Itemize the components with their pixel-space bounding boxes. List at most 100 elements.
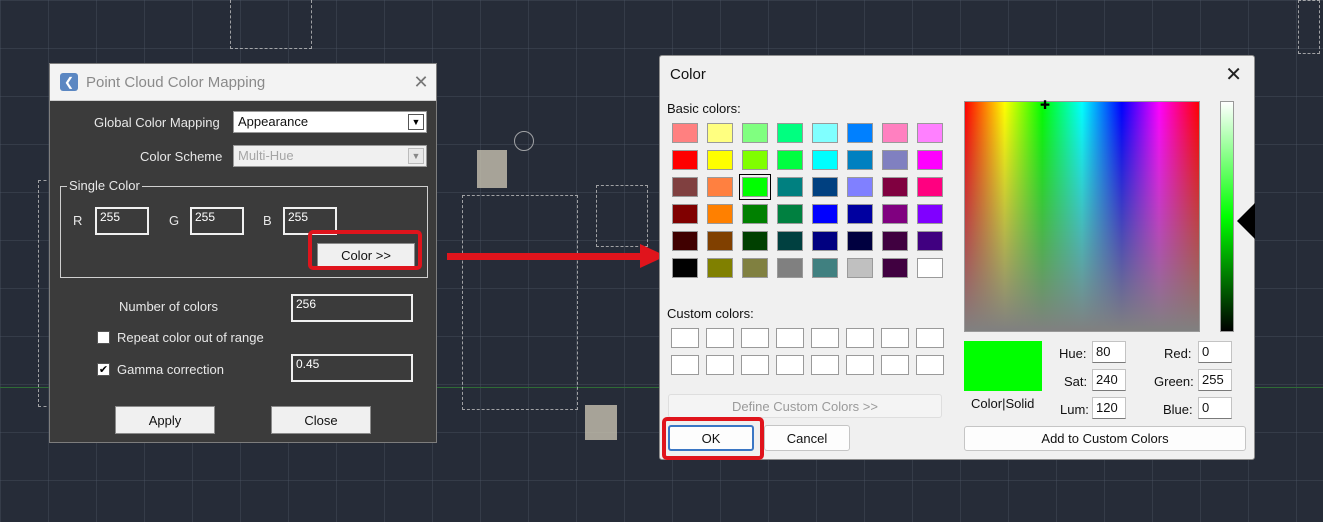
custom-color-swatch[interactable] (881, 328, 909, 348)
crosshair-icon[interactable]: ✚ (1040, 99, 1050, 111)
luminosity-pointer-icon[interactable] (1237, 203, 1255, 239)
sat-label: Sat: (1064, 374, 1088, 389)
add-to-custom-colors-button[interactable]: Add to Custom Colors (964, 426, 1246, 451)
highlight-color-button (308, 230, 422, 270)
basic-color-swatch[interactable] (742, 150, 768, 170)
repeat-color-checkbox[interactable] (97, 331, 110, 344)
global-color-mapping-select[interactable]: Appearance ▼ (233, 111, 427, 133)
basic-color-swatch[interactable] (812, 123, 838, 143)
apply-button[interactable]: Apply (115, 406, 215, 434)
basic-color-swatch[interactable] (847, 150, 873, 170)
sat-input[interactable]: 240 (1092, 369, 1126, 391)
color-preview (964, 341, 1042, 391)
basic-color-swatch[interactable] (812, 231, 838, 251)
r-input[interactable]: 255 (95, 207, 149, 235)
custom-color-swatch[interactable] (741, 328, 769, 348)
luminosity-bar[interactable] (1220, 101, 1234, 332)
basic-color-swatch[interactable] (777, 231, 803, 251)
basic-color-swatch[interactable] (707, 204, 733, 224)
custom-color-swatch[interactable] (776, 355, 804, 375)
basic-color-swatch[interactable] (777, 177, 803, 197)
basic-color-swatch[interactable] (742, 123, 768, 143)
basic-color-swatch[interactable] (917, 231, 943, 251)
g-input[interactable]: 255 (190, 207, 244, 235)
basic-color-swatch[interactable] (672, 204, 698, 224)
basic-color-swatch[interactable] (707, 150, 733, 170)
basic-color-swatch[interactable] (917, 258, 943, 278)
custom-color-swatch[interactable] (671, 328, 699, 348)
red-input[interactable]: 0 (1198, 341, 1232, 363)
basic-color-swatch[interactable] (917, 123, 943, 143)
custom-color-swatch[interactable] (846, 355, 874, 375)
basic-color-swatch[interactable] (707, 123, 733, 143)
hue-label: Hue: (1059, 346, 1087, 361)
color-dialog-title: Color (670, 66, 706, 83)
basic-color-swatch[interactable] (812, 177, 838, 197)
custom-color-swatch[interactable] (706, 355, 734, 375)
basic-color-swatch[interactable] (882, 204, 908, 224)
define-custom-colors-button[interactable]: Define Custom Colors >> (668, 394, 942, 418)
basic-color-swatch[interactable] (672, 177, 698, 197)
gamma-correction-input[interactable]: 0.45 (291, 354, 413, 382)
basic-color-swatch[interactable] (707, 177, 733, 197)
close-button[interactable]: Close (271, 406, 371, 434)
basic-color-swatch[interactable] (917, 150, 943, 170)
custom-color-swatch[interactable] (811, 328, 839, 348)
basic-color-swatch[interactable] (847, 204, 873, 224)
basic-color-swatch[interactable] (739, 174, 771, 200)
green-input[interactable]: 255 (1198, 369, 1232, 391)
chevron-down-icon[interactable]: ▼ (408, 114, 424, 130)
color-scheme-value: Multi-Hue (238, 148, 294, 163)
basic-color-swatch[interactable] (812, 204, 838, 224)
chevron-down-icon[interactable]: ▼ (408, 148, 424, 164)
lum-input[interactable]: 120 (1092, 397, 1126, 419)
basic-color-swatch[interactable] (917, 177, 943, 197)
basic-color-swatch[interactable] (882, 231, 908, 251)
basic-color-swatch[interactable] (882, 150, 908, 170)
basic-color-swatch[interactable] (672, 150, 698, 170)
basic-color-swatch[interactable] (847, 177, 873, 197)
number-of-colors-input[interactable]: 256 (291, 294, 413, 322)
basic-color-swatch[interactable] (847, 123, 873, 143)
basic-color-swatch[interactable] (672, 258, 698, 278)
basic-colors-label: Basic colors: (667, 101, 741, 116)
basic-color-swatch[interactable] (777, 204, 803, 224)
basic-color-swatch[interactable] (672, 231, 698, 251)
basic-color-swatch[interactable] (812, 150, 838, 170)
global-color-mapping-label: Global Color Mapping (94, 115, 220, 130)
custom-color-swatch[interactable] (846, 328, 874, 348)
custom-color-swatch[interactable] (811, 355, 839, 375)
basic-color-swatch[interactable] (777, 150, 803, 170)
cancel-button[interactable]: Cancel (764, 425, 850, 451)
basic-color-swatch[interactable] (742, 258, 768, 278)
close-icon[interactable]: ✕ (406, 72, 436, 93)
basic-color-swatch[interactable] (882, 123, 908, 143)
custom-color-swatch[interactable] (706, 328, 734, 348)
basic-color-swatch[interactable] (882, 177, 908, 197)
basic-color-swatch[interactable] (847, 231, 873, 251)
gamma-correction-checkbox[interactable]: ✔ (97, 363, 110, 376)
basic-color-swatch[interactable] (742, 204, 768, 224)
blue-input[interactable]: 0 (1198, 397, 1232, 419)
basic-color-swatch[interactable] (707, 231, 733, 251)
custom-color-swatch[interactable] (776, 328, 804, 348)
hue-input[interactable]: 80 (1092, 341, 1126, 363)
basic-color-swatch[interactable] (777, 123, 803, 143)
basic-color-swatch[interactable] (812, 258, 838, 278)
custom-color-swatch[interactable] (916, 355, 944, 375)
repeat-color-label: Repeat color out of range (117, 330, 264, 345)
custom-color-swatch[interactable] (741, 355, 769, 375)
basic-color-swatch[interactable] (847, 258, 873, 278)
basic-color-swatch[interactable] (742, 231, 768, 251)
color-scheme-select[interactable]: Multi-Hue ▼ (233, 145, 427, 167)
basic-color-swatch[interactable] (707, 258, 733, 278)
basic-color-swatch[interactable] (882, 258, 908, 278)
custom-color-swatch[interactable] (916, 328, 944, 348)
basic-color-swatch[interactable] (777, 258, 803, 278)
custom-color-swatch[interactable] (671, 355, 699, 375)
basic-color-swatch[interactable] (917, 204, 943, 224)
custom-color-swatch[interactable] (881, 355, 909, 375)
basic-color-swatch[interactable] (672, 123, 698, 143)
color-spectrum[interactable] (964, 101, 1200, 332)
close-icon[interactable]: ✕ (1225, 62, 1242, 87)
